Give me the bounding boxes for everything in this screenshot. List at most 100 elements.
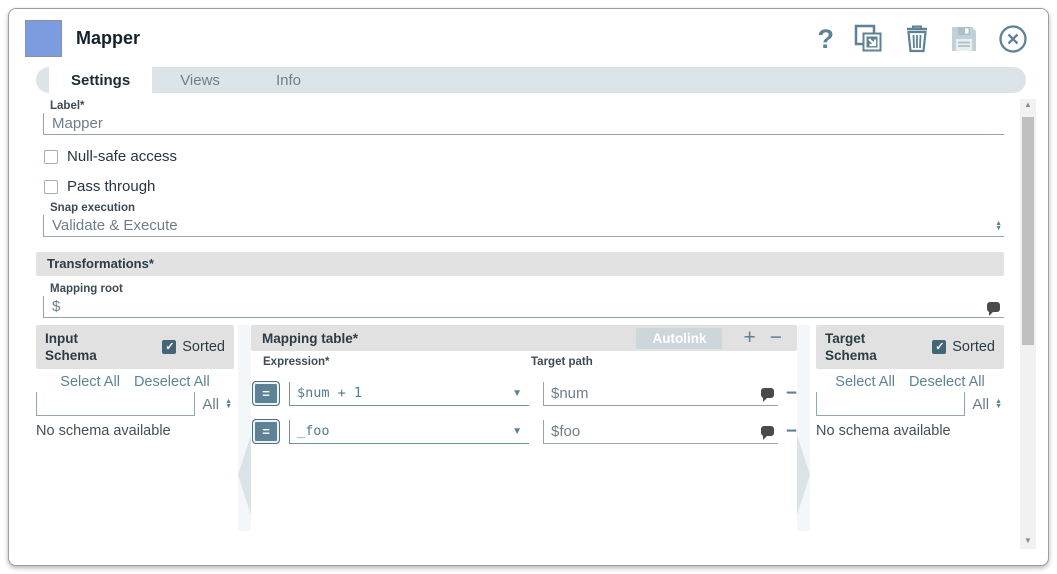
export-snap-icon: [854, 24, 884, 53]
mapping-row: = ▼ −: [251, 419, 797, 444]
pass-through-row[interactable]: Pass through: [44, 178, 1004, 195]
close-button[interactable]: [998, 24, 1028, 54]
target-select-all-link[interactable]: Select All: [835, 374, 895, 390]
scrollbar-thumb[interactable]: [1022, 117, 1034, 345]
scroll-up-icon[interactable]: ▲: [1024, 99, 1032, 113]
input-select-all-link[interactable]: Select All: [60, 374, 120, 390]
vertical-scrollbar[interactable]: ▲ ▼: [1020, 99, 1036, 549]
pass-through-label: Pass through: [67, 178, 155, 195]
null-safe-access-checkbox[interactable]: [44, 150, 58, 164]
mapping-root-field: [43, 296, 1004, 318]
comment-bubble-icon[interactable]: [761, 388, 774, 398]
null-safe-access-label: Null-safe access: [67, 148, 177, 165]
mapping-table-panel: Mapping table* Autolink + − Expression* …: [238, 325, 810, 531]
close-icon: [998, 24, 1028, 54]
save-button[interactable]: [950, 24, 978, 54]
comment-bubble-icon[interactable]: [761, 426, 774, 436]
input-filter-scope[interactable]: All: [202, 396, 219, 413]
target-path-input[interactable]: [544, 385, 757, 402]
comment-bubble-icon[interactable]: [987, 302, 1000, 312]
mapping-root-input[interactable]: [44, 297, 983, 317]
expression-toggle-button[interactable]: =: [252, 381, 280, 406]
transformations-section-header: Transformations*: [36, 252, 1004, 276]
mapping-root-label: Mapping root: [50, 283, 1004, 295]
mapping-column-headers: Expression* Target path: [251, 356, 797, 368]
expression-field: ▼: [289, 382, 529, 406]
expression-dropdown-icon[interactable]: ▼: [512, 388, 522, 399]
expression-toggle-button[interactable]: =: [252, 419, 280, 444]
input-sorted-label: Sorted: [182, 339, 225, 355]
trash-icon: [904, 24, 930, 53]
mapping-table-title: Mapping table*: [262, 331, 636, 346]
target-schema-filter: All ▲▼: [816, 392, 1004, 416]
input-filter-spinner-icon[interactable]: ▲▼: [225, 399, 232, 409]
delete-row-button[interactable]: −: [778, 385, 797, 403]
tab-info[interactable]: Info: [248, 67, 329, 93]
mapper-settings-dialog: Mapper ?: [8, 8, 1049, 566]
expression-input[interactable]: [290, 385, 512, 401]
expression-column-header: Expression*: [263, 356, 531, 368]
dialog-toolbar: ?: [818, 24, 1029, 54]
tab-views[interactable]: Views: [152, 67, 248, 93]
target-schema-panel: Target Schema Sorted Select All Deselect…: [816, 325, 1004, 439]
expression-dropdown-icon[interactable]: ▼: [512, 426, 522, 437]
snap-execution-value[interactable]: [44, 216, 993, 236]
target-schema-search-input[interactable]: [817, 392, 964, 415]
export-snap-button[interactable]: [854, 24, 884, 54]
target-schema-title: Target Schema: [825, 330, 877, 364]
label-input[interactable]: [44, 114, 1004, 134]
save-icon: [950, 25, 978, 53]
tab-bar: Settings Views Info: [36, 67, 1026, 93]
snap-execution-label: Snap execution: [50, 202, 1004, 214]
mapping-row: = ▼ −: [251, 381, 797, 406]
expression-field: ▼: [289, 420, 529, 444]
input-schema-links: Select All Deselect All: [36, 374, 234, 390]
target-path-field: [543, 382, 778, 406]
delete-snap-button[interactable]: [904, 24, 930, 54]
input-deselect-all-link[interactable]: Deselect All: [134, 374, 210, 390]
label-field: [43, 113, 1004, 135]
label-field-label: Label*: [50, 100, 1004, 112]
help-button[interactable]: ?: [818, 24, 835, 54]
mapping-table-main: Mapping table* Autolink + − Expression* …: [251, 325, 797, 531]
null-safe-access-row[interactable]: Null-safe access: [44, 148, 1004, 165]
delete-row-button[interactable]: −: [778, 423, 797, 441]
remove-rows-button[interactable]: −: [763, 328, 789, 348]
input-schema-empty-text: No schema available: [36, 423, 234, 439]
expression-input[interactable]: [290, 423, 512, 439]
target-path-field: [543, 420, 778, 444]
input-schema-panel: Input Schema Sorted Select All Deselect …: [36, 325, 234, 439]
target-path-input[interactable]: [544, 423, 757, 440]
settings-panel: Label* Null-safe access Pass through Sna…: [36, 100, 1004, 531]
add-row-button[interactable]: +: [736, 328, 762, 348]
tab-settings[interactable]: Settings: [49, 67, 152, 93]
input-schema-search-input[interactable]: [37, 392, 194, 415]
help-icon: ?: [818, 25, 835, 53]
chevron-left-icon: [238, 435, 251, 515]
target-deselect-all-link[interactable]: Deselect All: [909, 374, 985, 390]
collapse-input-schema-handle[interactable]: [238, 325, 251, 531]
scroll-down-icon[interactable]: ▼: [1024, 535, 1032, 549]
target-schema-links: Select All Deselect All: [816, 374, 1004, 390]
dialog-title: Mapper: [76, 28, 818, 49]
spinner-icon[interactable]: ▲▼: [995, 221, 1002, 231]
input-sorted-toggle[interactable]: Sorted: [162, 339, 225, 355]
target-schema-header: Target Schema Sorted: [816, 325, 1004, 369]
autolink-button[interactable]: Autolink: [636, 328, 722, 349]
input-schema-header: Input Schema Sorted: [36, 325, 234, 369]
collapse-target-schema-handle[interactable]: [797, 325, 810, 531]
dialog-header: Mapper ?: [9, 9, 1048, 63]
target-sorted-label: Sorted: [952, 339, 995, 355]
target-filter-scope[interactable]: All: [972, 396, 989, 413]
chevron-right-icon: [797, 435, 810, 515]
pass-through-checkbox[interactable]: [44, 180, 58, 194]
mapper-panels: Input Schema Sorted Select All Deselect …: [36, 325, 1004, 531]
input-sorted-checkbox[interactable]: [162, 340, 176, 354]
input-schema-title: Input Schema: [45, 330, 97, 364]
target-sorted-checkbox[interactable]: [932, 340, 946, 354]
target-sorted-toggle[interactable]: Sorted: [932, 339, 995, 355]
scrollbar-track[interactable]: [1020, 113, 1036, 535]
snap-color-icon: [25, 20, 62, 57]
snap-execution-select[interactable]: ▲▼: [43, 215, 1004, 237]
target-filter-spinner-icon[interactable]: ▲▼: [995, 399, 1002, 409]
